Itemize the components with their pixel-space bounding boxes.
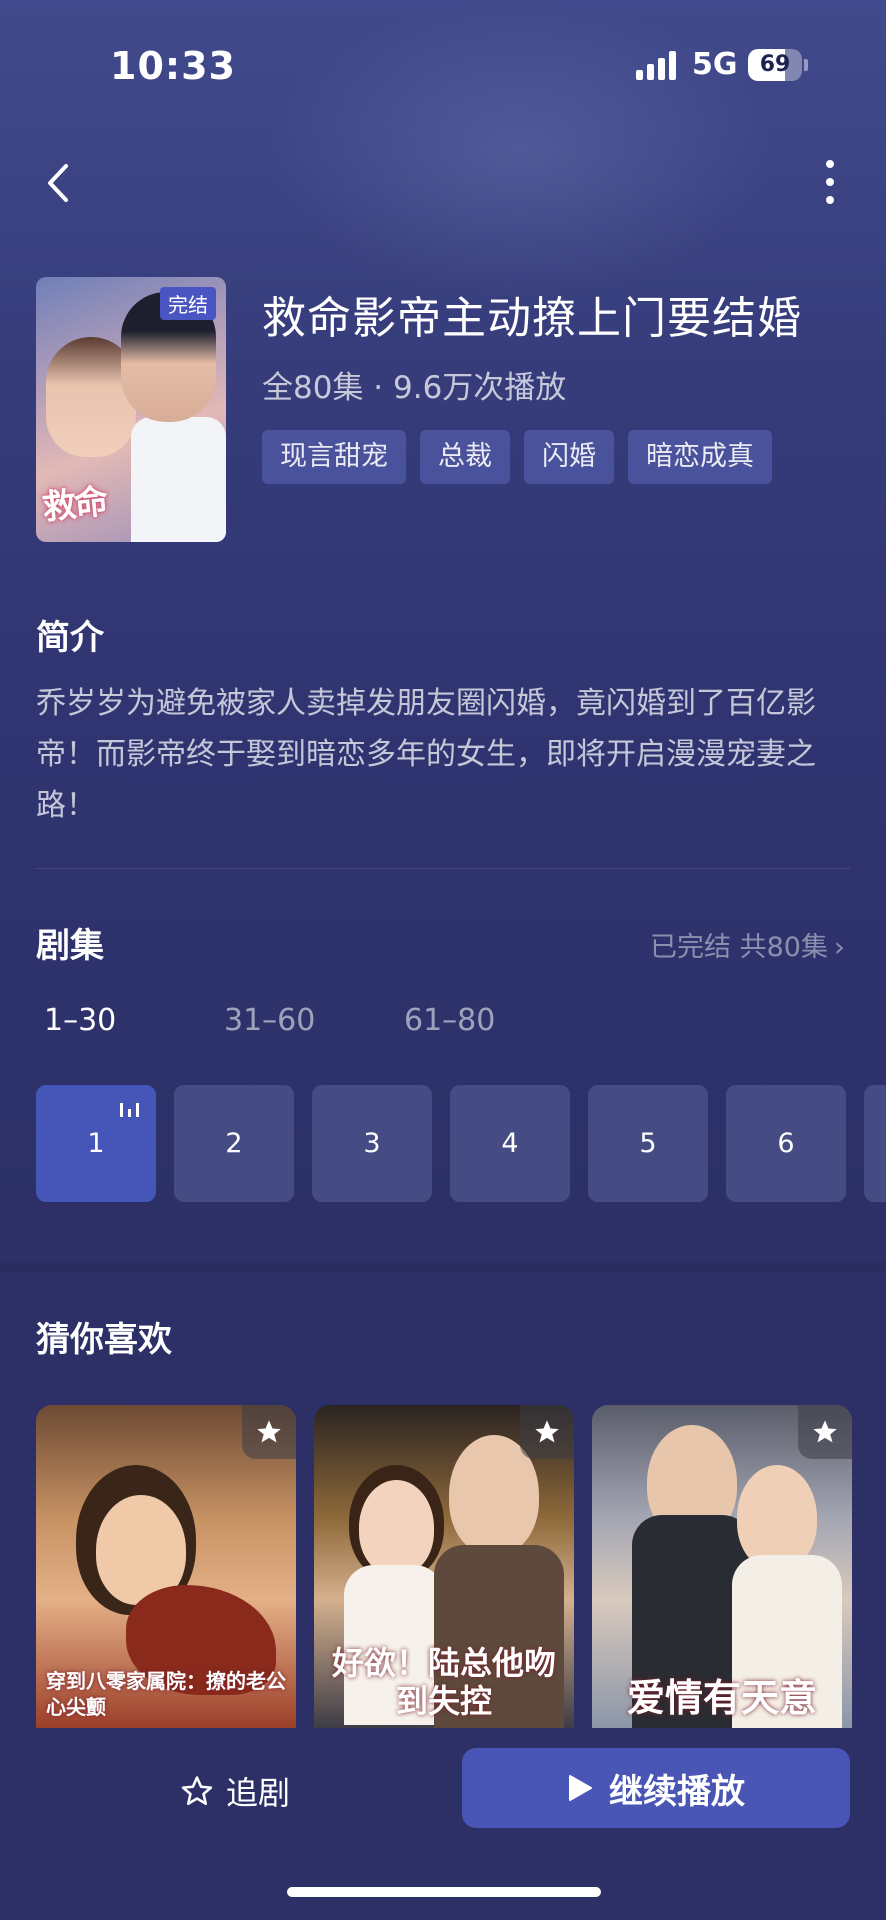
tab-range-61-80[interactable]: 61–80 xyxy=(404,1003,584,1038)
tab-range-1-30[interactable]: 1–30 xyxy=(44,1003,224,1038)
battery-icon: 69 xyxy=(748,49,808,81)
follow-label: 追剧 xyxy=(226,1774,291,1812)
recommend-caption: 穿到八零家属院：撩的老公心尖颤 xyxy=(46,1669,286,1719)
status-time: 10:33 xyxy=(110,44,236,88)
recommend-list: 穿到八零家属院：撩的老公心尖颤 好欲！陆总他吻到失控 爱情有天意 xyxy=(36,1405,852,1730)
episodes-status: 已完结 共80集 xyxy=(650,932,828,963)
episodes-heading: 剧集 xyxy=(36,926,104,966)
episode-number: 5 xyxy=(639,1128,657,1159)
episode-number: 4 xyxy=(501,1128,519,1159)
more-button[interactable] xyxy=(818,158,842,206)
more-vertical-icon xyxy=(826,160,834,168)
recommend-card[interactable]: 爱情有天意 xyxy=(592,1405,852,1730)
tag-list: 现言甜宠 总裁 闪婚 暗恋成真 xyxy=(262,430,772,484)
episode-button[interactable]: 6 xyxy=(726,1085,846,1202)
recommend-card[interactable]: 穿到八零家属院：撩的老公心尖颤 xyxy=(36,1405,296,1730)
drama-meta: 全80集 · 9.6万次播放 xyxy=(262,370,567,406)
star-icon xyxy=(257,1420,281,1443)
recommend-card[interactable]: 好欲！陆总他吻到失控 xyxy=(314,1405,574,1730)
continue-play-label: 继续播放 xyxy=(609,1771,745,1812)
intro-heading: 简介 xyxy=(36,618,104,658)
back-button[interactable] xyxy=(40,158,80,208)
poster-logo-art: 救命 xyxy=(40,481,109,529)
header-haze xyxy=(260,0,780,300)
tag[interactable]: 闪婚 xyxy=(524,430,614,484)
favorite-star-button[interactable] xyxy=(242,1405,296,1459)
play-icon xyxy=(569,1775,592,1801)
episode-button[interactable]: 1 xyxy=(36,1085,156,1202)
episode-list: 1 2 3 4 5 6 xyxy=(36,1085,886,1202)
continue-play-button[interactable]: 继续播放 xyxy=(462,1748,850,1828)
now-playing-icon xyxy=(120,1101,140,1117)
divider xyxy=(36,868,850,869)
tag[interactable]: 现言甜宠 xyxy=(262,430,406,484)
episode-number: 6 xyxy=(777,1128,795,1159)
favorite-star-button[interactable] xyxy=(798,1405,852,1459)
episode-button[interactable]: 4 xyxy=(450,1085,570,1202)
star-icon xyxy=(535,1420,559,1443)
intro-text: 乔岁岁为避免被家人卖掉发朋友圈闪婚，竟闪婚到了百亿影帝！而影帝终于娶到暗恋多年的… xyxy=(36,686,816,823)
episode-number: 1 xyxy=(87,1128,105,1159)
episode-button[interactable]: 5 xyxy=(588,1085,708,1202)
network-type: 5G xyxy=(692,47,738,82)
star-outline-icon xyxy=(181,1776,213,1806)
star-icon xyxy=(813,1420,837,1443)
episode-button-partial[interactable] xyxy=(864,1085,886,1202)
favorite-star-button[interactable] xyxy=(520,1405,574,1459)
poster-status-badge: 完结 xyxy=(160,287,216,320)
episodes-status-link[interactable]: 已完结 共80集 › xyxy=(650,925,845,964)
drama-title: 救命影帝主动撩上门要结婚 xyxy=(262,293,802,344)
recommend-caption: 爱情有天意 xyxy=(626,1675,817,1720)
recommend-heading: 猜你喜欢 xyxy=(36,1320,172,1360)
chevron-left-icon xyxy=(48,164,68,202)
tag[interactable]: 暗恋成真 xyxy=(628,430,772,484)
episode-button[interactable]: 2 xyxy=(174,1085,294,1202)
tab-range-31-60[interactable]: 31–60 xyxy=(224,1003,404,1038)
signal-icon xyxy=(636,50,680,80)
tag[interactable]: 总裁 xyxy=(420,430,510,484)
episode-range-tabs: 1–30 31–60 61–80 xyxy=(44,1003,584,1038)
episode-number: 3 xyxy=(363,1128,381,1159)
episode-button[interactable]: 3 xyxy=(312,1085,432,1202)
chevron-right-icon: › xyxy=(833,932,845,963)
recommend-caption: 好欲！陆总他吻到失控 xyxy=(331,1644,556,1720)
episode-number: 2 xyxy=(225,1128,243,1159)
section-separator xyxy=(0,1262,886,1272)
drama-poster[interactable]: 救命 完结 xyxy=(36,277,226,542)
battery-percent: 69 xyxy=(759,52,791,77)
follow-button[interactable]: 追剧 xyxy=(180,1768,290,1814)
home-indicator[interactable] xyxy=(287,1887,601,1897)
